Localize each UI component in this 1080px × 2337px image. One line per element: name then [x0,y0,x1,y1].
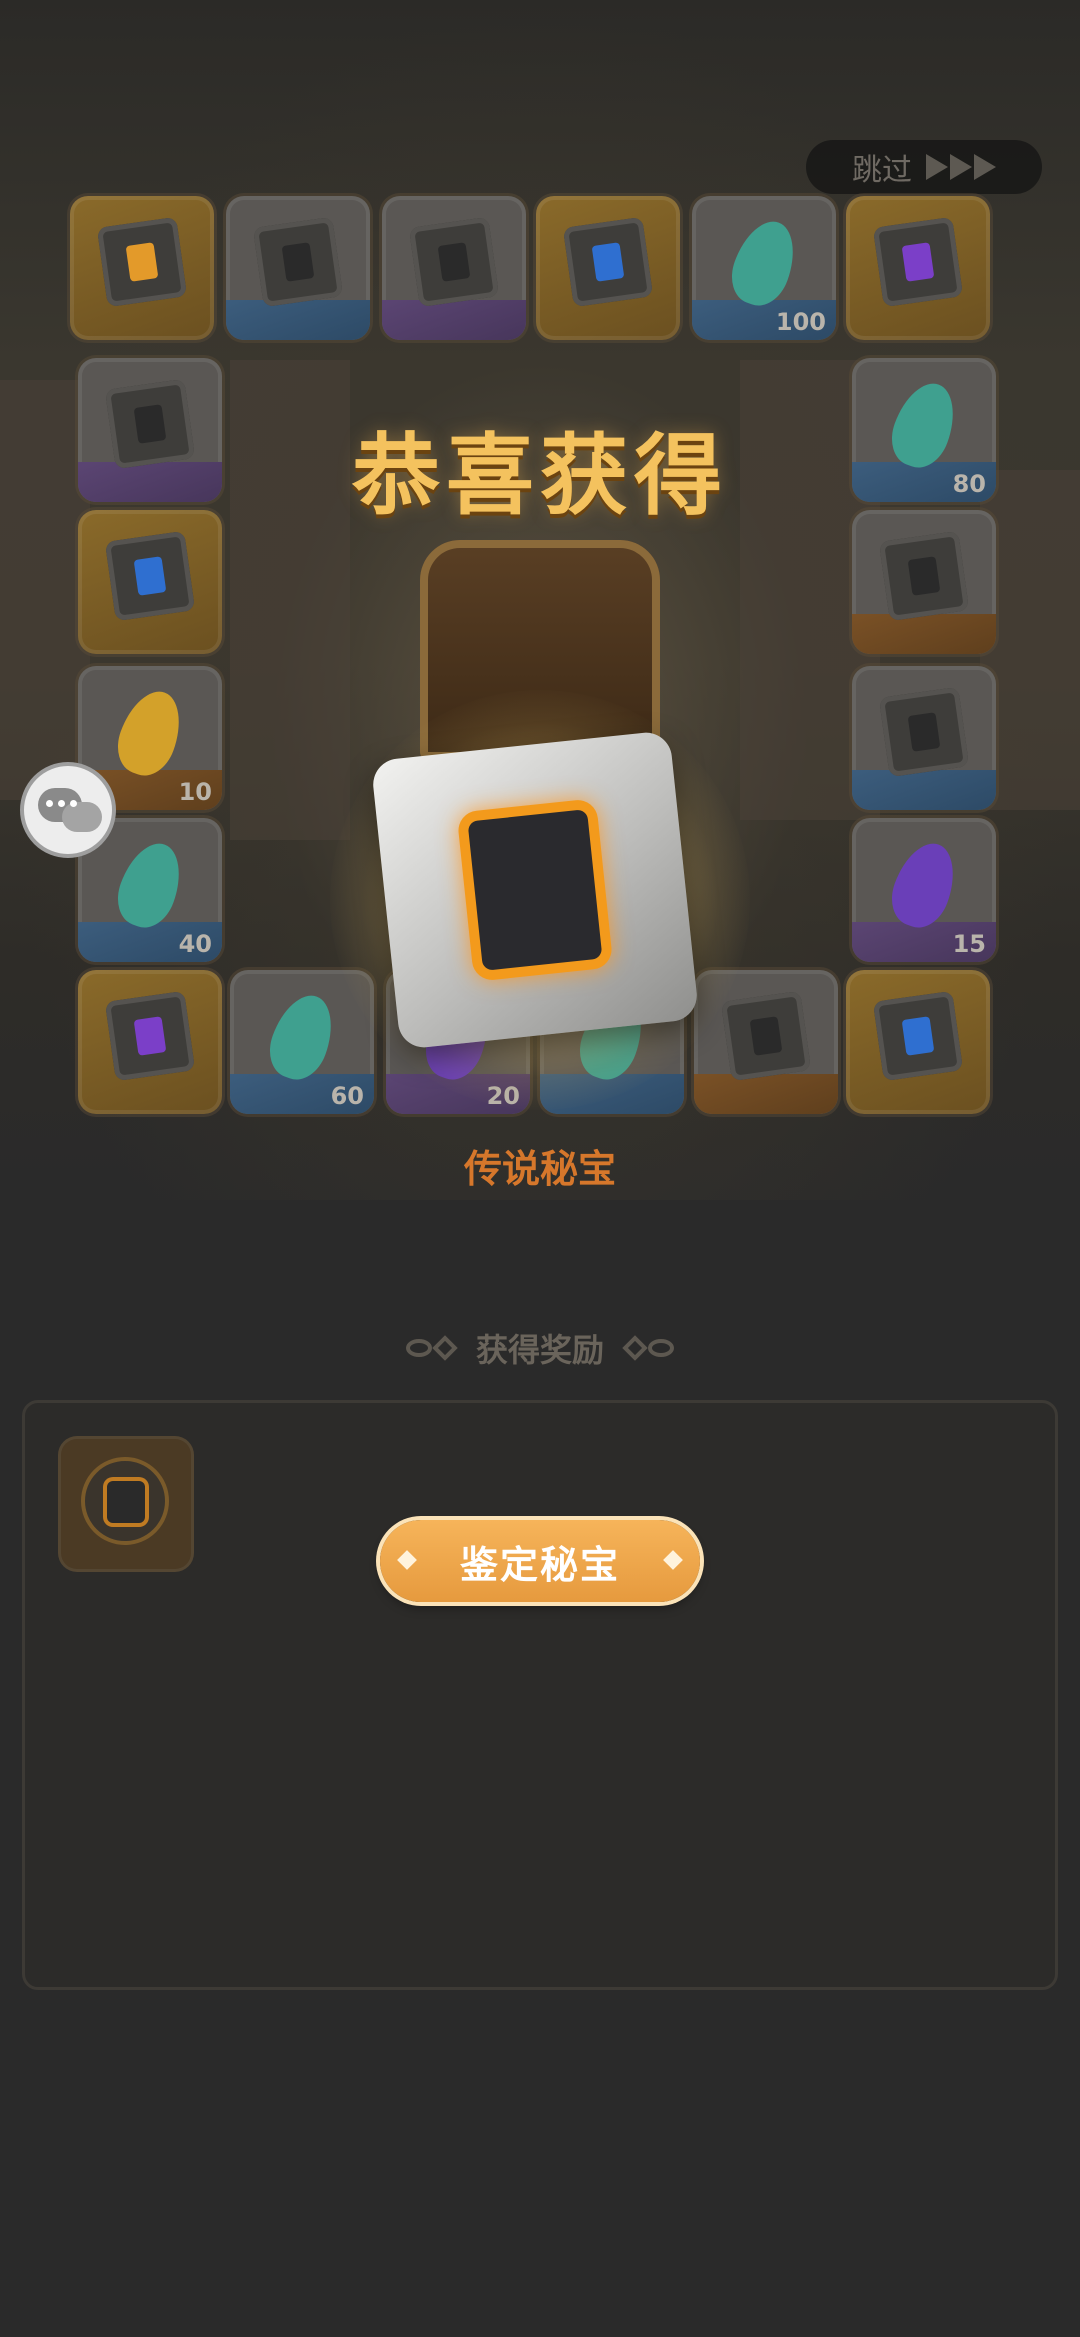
skip-button[interactable]: 跳过 [806,140,1042,194]
chat-bubbles-icon [24,766,112,854]
item-name: 传说秘宝 [463,1147,616,1191]
treasure-cube-icon [104,530,196,622]
page-title: 恭喜获得 [351,424,728,527]
tile-count: 40 [178,930,212,958]
tile-count: 100 [775,308,826,336]
tile-count: 60 [330,1082,364,1110]
skip-label: 跳过 [852,153,912,188]
tile-count: 10 [178,778,212,806]
reward-tile: 15 [852,818,996,962]
reward-tile: 100 [692,196,836,340]
treasure-cube-icon [408,216,500,308]
triple-chevron-right-icon [926,154,996,180]
crystal-icon [260,987,344,1087]
chat-button[interactable] [20,762,116,858]
reward-tile [70,196,214,340]
treasure-cube-icon [104,990,196,1082]
tile-count: 15 [952,930,986,958]
appraise-treasure-button[interactable]: 鉴定秘宝 [380,1520,700,1602]
sparkle-icon [397,1550,417,1570]
crystal-icon [108,683,192,783]
sparkle-icon [663,1550,683,1570]
reward-tile [382,196,526,340]
reward-tile [78,970,222,1114]
treasure-cube-icon [872,216,964,308]
treasure-cube-icon [720,990,812,1082]
crystal-icon [882,835,966,935]
reward-tile [226,196,370,340]
reward-tile [852,666,996,810]
reward-tile [846,970,990,1114]
appraise-treasure-label: 鉴定秘宝 [459,1542,620,1587]
reward-tile [536,196,680,340]
treasure-cube-icon [872,990,964,1082]
treasure-cube-icon [252,216,344,308]
rewards-panel [22,1400,1058,1990]
treasure-cube-icon [81,1457,169,1545]
reward-tile [846,196,990,340]
legendary-treasure-icon [370,730,700,1050]
ornament-left-icon [405,1335,458,1361]
rewards-header: 获得奖励 [0,1324,1080,1372]
reward-item-slot[interactable] [61,1439,191,1569]
treasure-cube-icon [878,530,970,622]
crystal-icon [722,213,806,313]
crystal-icon [108,835,192,935]
ornament-right-icon [622,1335,674,1361]
treasure-cube-icon [562,216,654,308]
treasure-cube-icon [878,686,970,778]
rewards-header-label: 获得奖励 [475,1331,604,1369]
treasure-cube-icon [96,216,188,308]
